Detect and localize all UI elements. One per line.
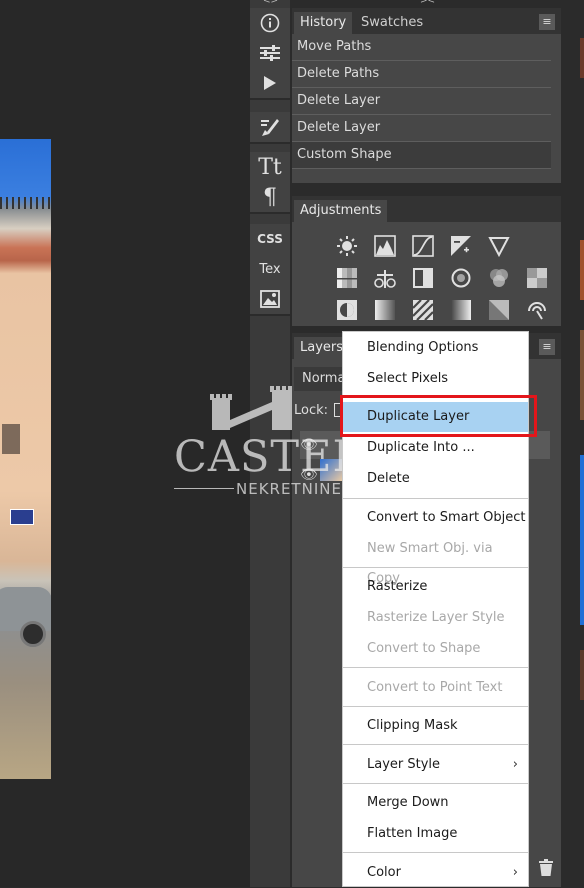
menu-merge-down[interactable]: Merge Down (343, 788, 528, 818)
history-item[interactable]: Delete Layer (292, 88, 551, 115)
gradient-map-icon[interactable] (450, 299, 472, 321)
menu-rasterize-layer-style: Rasterize Layer Style (367, 610, 505, 625)
tab-swatches[interactable]: Swatches (355, 12, 429, 34)
invert-icon[interactable] (336, 299, 358, 321)
menu-layer-style-label: Layer Style (367, 757, 441, 772)
castle-logo-icon (210, 386, 292, 430)
photo-balcony (0, 197, 51, 209)
menu-clipping-mask[interactable]: Clipping Mask (343, 711, 528, 741)
watermark-logo: CASTEL NEKRETNINE (172, 380, 361, 500)
adjustments-panel: Adjustments (292, 196, 561, 326)
brightness-icon[interactable] (336, 235, 358, 257)
canvas-photo[interactable] (0, 139, 51, 779)
right-edge-strip (563, 0, 584, 887)
paragraph-icon[interactable]: ¶ (250, 182, 290, 212)
edge-thumbnail (580, 38, 584, 78)
collapse-left-icon[interactable]: <> (263, 0, 278, 6)
layers-menu-icon[interactable]: ≡ (539, 339, 555, 355)
menu-rasterize[interactable]: Rasterize (343, 572, 528, 602)
vibrance-icon[interactable] (488, 235, 510, 258)
collapse-right-icon[interactable]: >< (420, 0, 435, 6)
menu-blending-options[interactable]: Blending Options (343, 333, 528, 363)
menu-delete[interactable]: Delete (343, 464, 528, 494)
menu-separator (343, 783, 528, 784)
menu-color[interactable]: Color › (343, 858, 528, 888)
menu-flatten-image[interactable]: Flatten Image (343, 819, 528, 849)
exposure-icon[interactable] (450, 235, 472, 257)
menu-separator (343, 706, 528, 707)
menu-separator (343, 498, 528, 499)
tool-group-info (250, 8, 290, 100)
menu-convert-to-shape: Convert to Shape (367, 641, 481, 656)
photo-wheel (20, 621, 46, 647)
photo-street-sign (10, 509, 34, 525)
edge-thumbnail (580, 330, 584, 420)
menu-color-label: Color (367, 865, 401, 880)
photo-filter-icon[interactable] (450, 267, 472, 289)
tab-history[interactable]: History (294, 12, 353, 34)
character-icon[interactable]: Tt (250, 152, 290, 182)
chevron-right-icon: › (512, 757, 518, 772)
history-item[interactable]: Delete Paths (292, 61, 551, 88)
tex-tool[interactable]: Tex (250, 254, 290, 284)
annotation-highlight-box (340, 395, 537, 437)
chevron-right-icon: › (512, 865, 518, 880)
replace-color-icon[interactable] (526, 299, 548, 321)
history-panel: History Swatches ≡ Move Paths Delete Pat… (292, 8, 561, 183)
curves-icon[interactable] (412, 235, 434, 257)
edge-thumbnail (580, 455, 584, 625)
info-icon[interactable] (250, 8, 290, 38)
channel-mixer-icon[interactable] (488, 267, 510, 289)
posterize-icon[interactable] (374, 299, 396, 321)
tool-group-misc: CSS Tex (250, 224, 290, 316)
properties-sliders-icon[interactable] (250, 38, 290, 68)
history-item-current[interactable]: Custom Shape (292, 142, 551, 169)
levels-icon[interactable] (374, 235, 396, 257)
edge-thumbnail (580, 240, 584, 300)
trash-icon[interactable] (538, 859, 554, 881)
tool-group-text: Tt ¶ (250, 152, 290, 214)
history-tabbar: History Swatches ≡ (292, 8, 561, 34)
photo-window (2, 424, 20, 454)
threshold-icon[interactable] (412, 299, 434, 321)
menu-layer-style[interactable]: Layer Style › (343, 750, 528, 780)
menu-separator (343, 744, 528, 745)
menu-separator (343, 567, 528, 568)
history-item[interactable]: Move Paths (292, 34, 551, 61)
hue-saturation-icon[interactable] (336, 267, 358, 289)
tab-layers[interactable]: Layers (294, 337, 350, 359)
black-white-icon[interactable] (412, 267, 434, 289)
selective-color-icon[interactable] (488, 299, 510, 321)
brush-settings-icon[interactable] (250, 112, 290, 142)
history-item[interactable]: Delete Layer (292, 115, 551, 142)
menu-separator (343, 852, 528, 853)
watermark-sub-text: NEKRETNINE (236, 480, 342, 498)
css-tool[interactable]: CSS (250, 224, 290, 254)
edge-thumbnail (580, 650, 584, 700)
menu-separator (343, 667, 528, 668)
menu-select-pixels[interactable]: Select Pixels (343, 364, 528, 394)
tab-adjustments[interactable]: Adjustments (294, 200, 388, 222)
watermark-main-text: CASTEL (174, 432, 363, 482)
menu-convert-point-text: Convert to Point Text (367, 680, 503, 695)
menu-duplicate-into[interactable]: Duplicate Into ... (343, 433, 528, 463)
menu-convert-smart-object[interactable]: Convert to Smart Object (343, 503, 528, 533)
color-balance-icon[interactable] (374, 267, 396, 289)
color-lookup-icon[interactable] (526, 267, 548, 289)
panel-menu-icon[interactable]: ≡ (539, 14, 555, 30)
adjustments-tabbar: Adjustments (292, 196, 561, 222)
play-action-icon[interactable] (250, 68, 290, 98)
menu-new-smart-obj-via-copy: New Smart Obj. via Copy (367, 541, 493, 586)
history-list: Move Paths Delete Paths Delete Layer Del… (292, 34, 561, 169)
watermark-line (174, 488, 234, 489)
tool-group-brush (250, 112, 290, 144)
image-icon[interactable] (250, 284, 290, 314)
